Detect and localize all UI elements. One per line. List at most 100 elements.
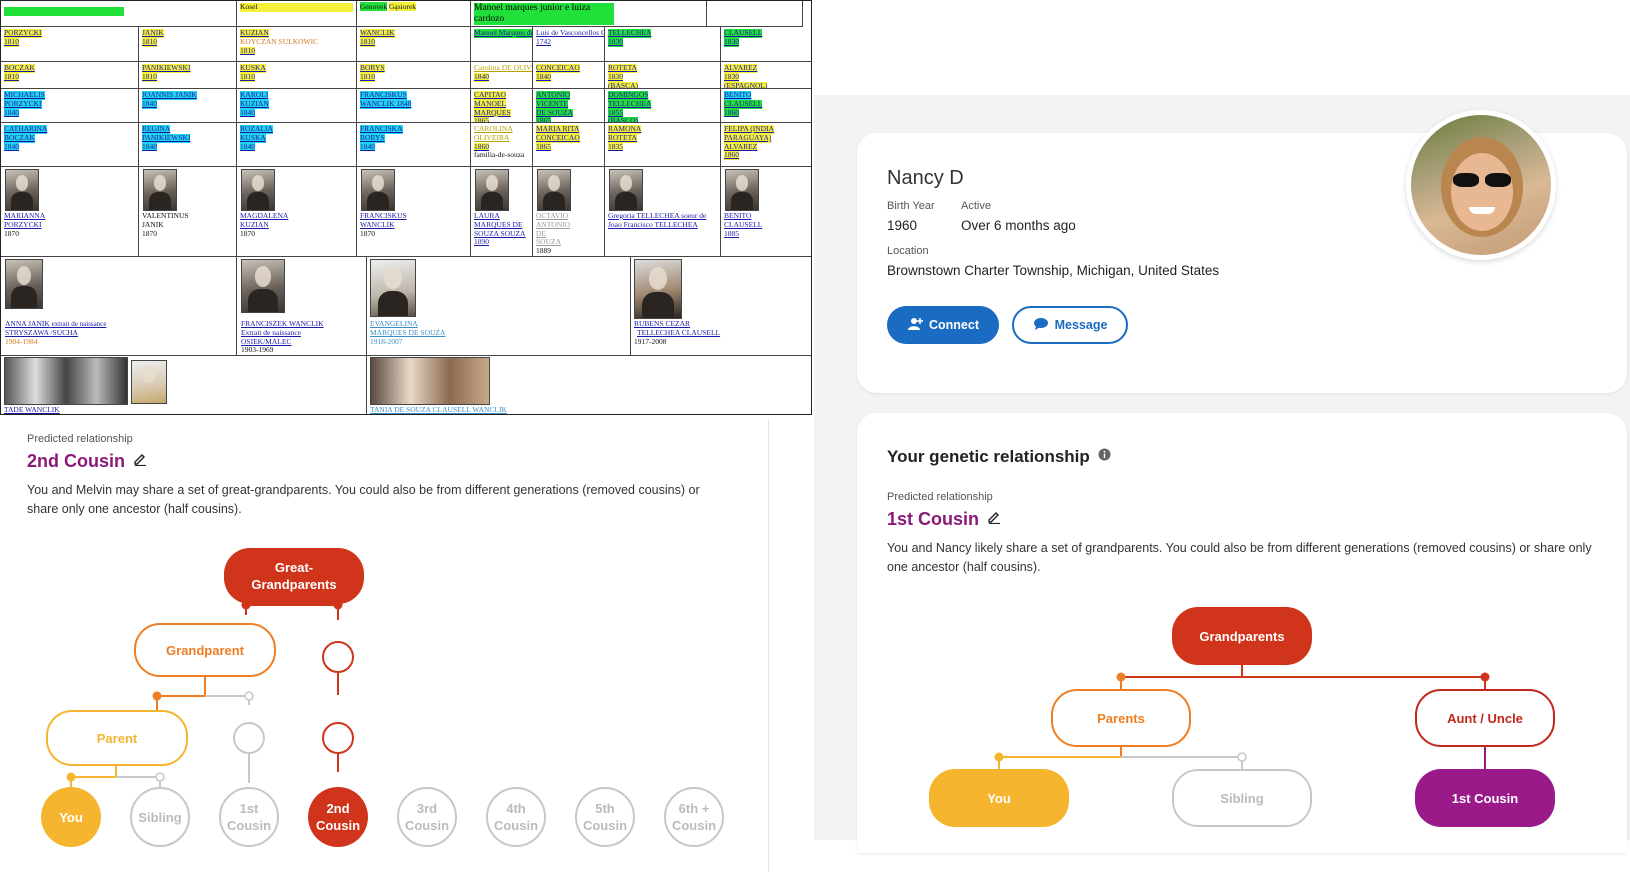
left-relationship-panel: Predicted relationship 2nd Cousin You an… (0, 415, 770, 872)
grandparents-node[interactable]: Grandparents (1172, 607, 1312, 665)
cell-text[interactable]: (BASCA) (608, 81, 639, 88)
great-grandparents-node[interactable]: Great- Grandparents (224, 548, 364, 604)
sixth-plus-cousin-node[interactable]: 6th + Cousin (664, 787, 724, 847)
cell-text: 1870 (4, 228, 19, 238)
table-cell: ANNA JANIK extrait de naissance STRYSZAW… (1, 257, 237, 356)
cell-text[interactable]: 1865 (536, 142, 551, 152)
cell-text[interactable]: (ESPAGNOL) (724, 81, 768, 88)
table-cell: VALENTINUS JANIK 1870 (139, 167, 237, 257)
empty-node (233, 722, 265, 754)
table-cell: Gregoria TELLECHEA soeur de Joao Francisc… (605, 167, 721, 257)
cell-text[interactable]: 1840 (142, 142, 157, 152)
first-cousin-node[interactable]: 1st Cousin (219, 787, 279, 847)
cell-text[interactable]: 1890 (474, 238, 525, 247)
cell-text[interactable]: 1810 (240, 46, 255, 56)
cell-text[interactable]: 1830 (724, 37, 739, 47)
table-cell: CONCEICAO 1840 (533, 62, 605, 89)
cell-text[interactable]: 1860 (724, 108, 739, 118)
cell-text[interactable]: 1840 (240, 108, 255, 118)
cell-text[interactable]: ANNA JANIK (5, 319, 50, 328)
cell-text[interactable]: 1840 (536, 72, 551, 82)
cell-text: 1870 (142, 228, 157, 238)
third-cousin-node[interactable]: 3rd Cousin (397, 787, 457, 847)
you-node[interactable]: You (929, 769, 1069, 827)
cell-text[interactable]: 1860 (724, 151, 739, 161)
cell-text: 1870 (240, 228, 255, 238)
cell-text: 1917-2008 (634, 336, 667, 346)
portrait-photo (370, 259, 416, 317)
portrait-photo (143, 169, 177, 211)
cell-text[interactable]: KOYCZAN SULKOWIC (240, 37, 353, 47)
portrait-photo (725, 169, 759, 211)
message-button[interactable]: Message (1012, 306, 1128, 344)
aunt-uncle-node[interactable]: Aunt / Uncle (1415, 689, 1555, 747)
family-photo (4, 357, 128, 405)
sibling-node[interactable]: Sibling (130, 787, 190, 847)
cell-text[interactable]: 1840 (240, 142, 255, 152)
connect-button[interactable]: Connect (887, 306, 999, 344)
you-node[interactable]: You (41, 787, 101, 847)
cell-text: Gąsiorek (388, 2, 417, 11)
table-cell: Carolina DE OLIVEIRA1840 (471, 62, 533, 89)
first-cousin-node[interactable]: 1st Cousin (1415, 769, 1555, 827)
screenshot-collage: Kosel Genovek Gąsiorek Manoel marques ju… (0, 0, 1630, 872)
table-cell: RUBENS CEZAR TELLECHEA CLAUSELL 1917-200… (631, 257, 811, 356)
genetic-relationship-card: Your genetic relationship Predicted rela… (857, 413, 1627, 853)
cell-text[interactable]: 1810 (142, 72, 157, 82)
parent-node[interactable]: Parent (46, 710, 188, 766)
connector-dot (155, 772, 165, 782)
cell-text[interactable]: TADE WANCLIK (4, 405, 60, 414)
cell-text[interactable]: 1742 (536, 37, 601, 47)
connector-dot (66, 772, 76, 782)
connector-dot (152, 691, 162, 701)
cell-text[interactable]: 1810 (142, 37, 157, 47)
parents-node[interactable]: Parents (1051, 689, 1191, 747)
genealogy-table: Kosel Genovek Gąsiorek Manoel marques ju… (0, 0, 812, 415)
cell-text: Kosel (240, 2, 353, 12)
cell-text[interactable]: 1840 (360, 142, 375, 152)
cell-text[interactable]: 1885 (724, 229, 762, 239)
table-cell: BENITO CLAUSELL 1885 (721, 167, 811, 257)
cell-text[interactable]: 1830 (608, 37, 623, 47)
table-cell: ALVAREZ 1830 (ESPAGNOL) (721, 62, 811, 89)
table-cell: FRANCISKA BORYS 1840 (357, 123, 471, 167)
birth-year-label: Birth Year (887, 200, 935, 212)
cell-text[interactable]: extrait de naissance (52, 320, 107, 328)
table-cell: ROTETA 1830 (BASCA) (605, 62, 721, 89)
active-value: Over 6 months ago (961, 218, 1076, 233)
table-cell: Manoel marques junior e luiza cardozo (471, 1, 707, 27)
cell-text[interactable]: 1810 (360, 37, 375, 47)
cell-text[interactable]: 1810 (4, 72, 19, 82)
table-cell: KUZIAN KOYCZAN SULKOWIC 1810 (237, 27, 357, 62)
empty-node (322, 641, 354, 673)
fifth-cousin-node[interactable]: 5th Cousin (575, 787, 635, 847)
cell-text: familia-de-souza (474, 150, 525, 160)
cell-text[interactable]: 1840 (474, 72, 489, 82)
cell-text[interactable]: Manoel Marques de SOUZA (474, 28, 532, 38)
table-cell: Manoel Marques de SOUZA (471, 27, 533, 62)
connector-dot (1480, 672, 1490, 682)
cell-text[interactable]: WANCLIK 1840 (360, 99, 412, 109)
location-label: Location (887, 245, 929, 257)
grandparent-node[interactable]: Grandparent (134, 623, 276, 677)
cell-text[interactable]: 1840 (4, 108, 19, 118)
add-person-icon (907, 317, 923, 334)
profile-name: Nancy D (887, 167, 964, 189)
cell-text[interactable]: 1810 (360, 72, 375, 82)
table-cell: CATHARINA BOCZAK 1840 (1, 123, 139, 167)
second-cousin-node[interactable]: 2nd Cousin (308, 787, 368, 847)
cell-text[interactable]: 1810 (4, 37, 19, 47)
sibling-node[interactable]: Sibling (1172, 769, 1312, 827)
portrait-photo (537, 169, 571, 211)
cell-text[interactable]: Joao Francisco TELLECHEA (608, 220, 706, 230)
cell-text: 1918-2007 (370, 336, 403, 346)
fourth-cousin-node[interactable]: 4th Cousin (486, 787, 546, 847)
table-cell: BORYS 1810 (357, 62, 471, 89)
table-cell: FRANCISKUS WANCLIK 1870 (357, 167, 471, 257)
cell-text[interactable]: 1835 (608, 142, 623, 152)
cell-text[interactable]: TANIA DE SOUZA CLAUSELL WANCLIK (370, 405, 507, 414)
connector-dot (1116, 672, 1126, 682)
cell-text[interactable]: 1810 (240, 72, 255, 82)
cell-text[interactable]: 1840 (4, 142, 19, 152)
cell-text[interactable]: 1840 (142, 99, 157, 109)
